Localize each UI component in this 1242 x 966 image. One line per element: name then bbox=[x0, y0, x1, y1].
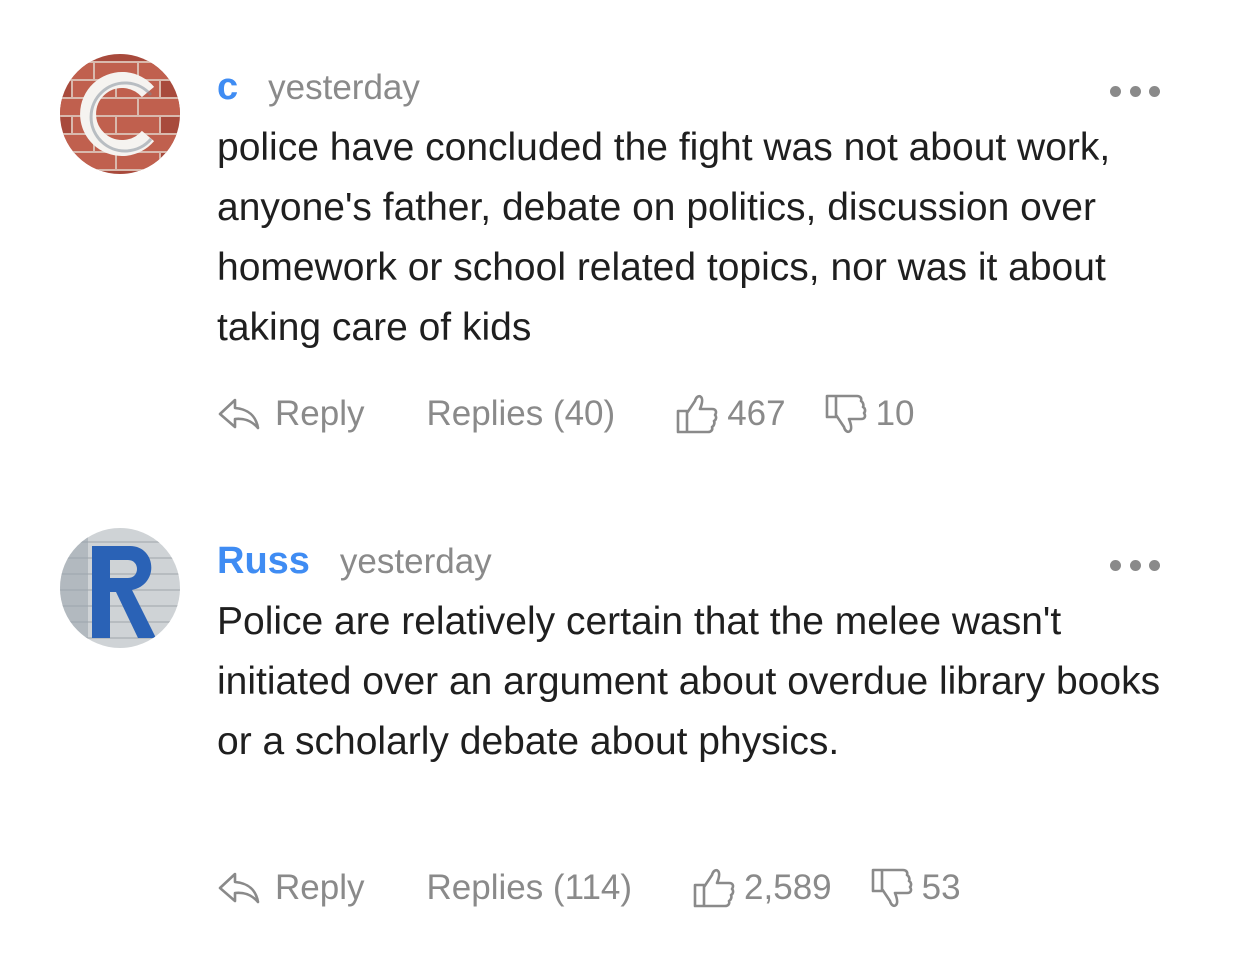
comment-actions: Reply Replies (40) 467 10 bbox=[217, 390, 915, 438]
replies-button[interactable]: Replies (114) bbox=[426, 868, 632, 908]
comment-text: police have concluded the fight was not … bbox=[217, 126, 1111, 349]
more-dots-icon[interactable] bbox=[1110, 84, 1160, 98]
dot bbox=[1149, 85, 1160, 97]
dislike-count: 53 bbox=[921, 868, 961, 907]
replies-label: Replies (40) bbox=[426, 394, 616, 433]
avatar-image-icon bbox=[60, 54, 180, 174]
thumbs-up-icon bbox=[693, 868, 735, 908]
timestamp: yesterday bbox=[268, 68, 420, 107]
reply-label: Reply bbox=[275, 394, 365, 433]
reply-label: Reply bbox=[275, 868, 365, 907]
author-name[interactable]: Russ bbox=[217, 540, 310, 583]
reply-arrow-icon bbox=[218, 398, 260, 430]
thumbs-down-icon bbox=[825, 394, 866, 434]
comment-text: Police are relatively certain that the m… bbox=[217, 600, 1161, 763]
comment-meta: c yesterday bbox=[217, 66, 420, 110]
like-count: 467 bbox=[727, 394, 786, 433]
replies-label: Replies (114) bbox=[426, 868, 633, 907]
thumbs-up-icon bbox=[676, 394, 718, 434]
like-count: 2,589 bbox=[744, 868, 832, 907]
thumbs-down-icon bbox=[871, 868, 913, 908]
like-button[interactable]: 2,589 bbox=[692, 866, 832, 910]
reply-button[interactable]: Reply bbox=[217, 868, 364, 908]
more-dots-icon[interactable] bbox=[1110, 558, 1160, 572]
dot bbox=[1149, 559, 1160, 571]
dot bbox=[1129, 559, 1141, 571]
author-name[interactable]: c bbox=[217, 66, 238, 109]
replies-button[interactable]: Replies (40) bbox=[426, 394, 615, 434]
dislike-count: 10 bbox=[875, 394, 915, 433]
dot bbox=[1110, 559, 1121, 571]
dot bbox=[1110, 85, 1121, 97]
comment-meta: Russ yesterday bbox=[217, 540, 492, 584]
avatar-image-icon bbox=[60, 528, 180, 648]
avatar[interactable] bbox=[60, 54, 180, 174]
like-button[interactable]: 467 bbox=[675, 392, 786, 436]
dislike-button[interactable]: 10 bbox=[824, 392, 915, 436]
avatar[interactable] bbox=[60, 528, 180, 648]
comment-actions: Reply Replies (114) 2,589 53 bbox=[217, 864, 961, 912]
timestamp: yesterday bbox=[339, 542, 492, 581]
reply-button[interactable]: Reply bbox=[217, 394, 364, 434]
reply-arrow-icon bbox=[218, 872, 260, 904]
dislike-button[interactable]: 53 bbox=[870, 866, 961, 910]
dot bbox=[1129, 85, 1141, 97]
